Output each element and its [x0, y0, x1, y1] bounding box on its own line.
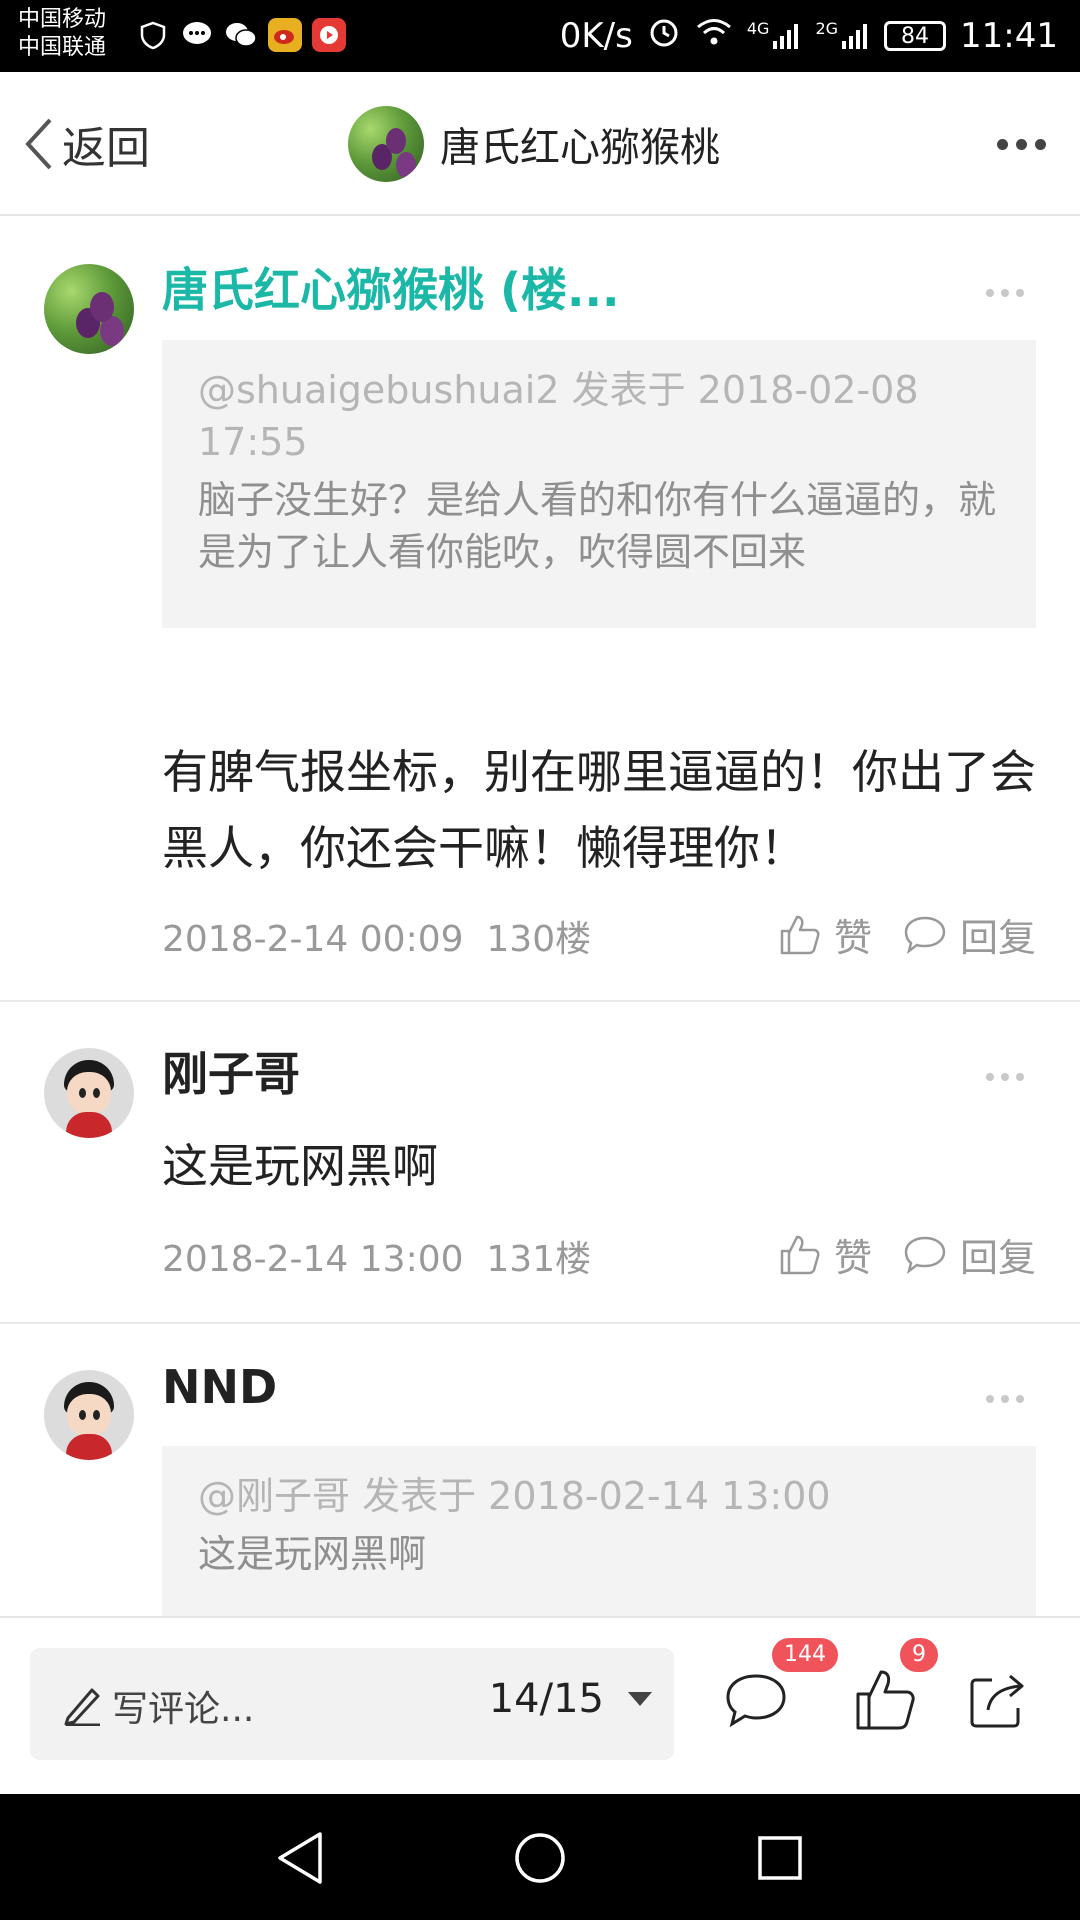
post-131: 刚子哥 这是玩网黑啊 2018-2-14 13:00 131楼 赞 回复: [0, 1002, 1080, 1324]
post-body: 有脾气报坐标，别在哪里逼逼的！你出了会黑人，你还会干嘛！懒得理你！: [162, 745, 1036, 875]
signal-4g-icon: 4G: [747, 21, 802, 51]
author-name[interactable]: 唐氏红心猕猴桃 (楼...: [162, 254, 619, 320]
nav-home-icon[interactable]: [508, 1826, 572, 1890]
author-avatar[interactable]: [44, 1048, 134, 1138]
chevron-left-icon: [25, 118, 52, 170]
post-meta: 2018-2-14 00:09 130楼: [162, 910, 591, 962]
carrier-1: 中国移动: [18, 7, 107, 32]
top-nav-bar: 返回 唐氏红心猕猴桃: [0, 72, 1080, 216]
wechat-icon: [224, 18, 258, 52]
quote-meta: @刚子哥 发表于 2018-02-14 13:00: [198, 1474, 831, 1518]
post-more-icon[interactable]: [986, 288, 1024, 298]
quote-text: 脑子没生好？是给人看的和你有什么逼逼的，就是为了让人看你能吹，吹得圆不回来: [198, 478, 997, 574]
battery-level: 84: [901, 23, 930, 49]
post-date: 2018-2-14 00:09: [162, 919, 464, 960]
comment-input[interactable]: 写评论... 14/15: [30, 1648, 674, 1760]
comment-bubble-icon: [904, 1236, 946, 1275]
comment-bubble-icon: [726, 1674, 786, 1728]
reply-label: 回复: [959, 1235, 1036, 1280]
page-indicator[interactable]: 14/15: [489, 1676, 604, 1722]
shield-icon: [136, 18, 170, 52]
thread-owner[interactable]: 唐氏红心猕猴桃: [348, 106, 720, 182]
alarm-icon: [647, 15, 681, 58]
thumbs-up-icon: [780, 915, 820, 955]
post-date: 2018-2-14 13:00: [162, 1239, 464, 1280]
like-button[interactable]: 赞: [776, 1227, 872, 1282]
back-button[interactable]: 返回: [18, 108, 150, 180]
author-avatar[interactable]: [44, 264, 134, 354]
author-avatar[interactable]: [44, 1370, 134, 1460]
like-thread-button[interactable]: 9: [848, 1638, 938, 1736]
author-name[interactable]: NND: [162, 1360, 277, 1414]
net-speed: 0K/s: [559, 16, 633, 56]
notification-icons: [136, 18, 346, 52]
comment-placeholder: 写评论...: [112, 1689, 255, 1730]
chevron-down-icon[interactable]: [628, 1692, 652, 1706]
signal-2g-icon: 2G: [815, 21, 870, 51]
video-app-icon: [312, 18, 346, 52]
post-more-icon[interactable]: [986, 1394, 1024, 1404]
back-label: 返回: [62, 123, 150, 174]
post-body: 这是玩网黑啊: [162, 1139, 438, 1193]
nav-recents-icon[interactable]: [748, 1826, 812, 1890]
message-icon: [180, 18, 214, 52]
reply-button[interactable]: 回复: [902, 907, 1036, 962]
like-label: 赞: [833, 1235, 872, 1280]
quoted-reply[interactable]: @刚子哥 发表于 2018-02-14 13:00 这是玩网黑啊: [162, 1446, 1036, 1616]
nav-back-icon[interactable]: [268, 1826, 332, 1890]
page-title: 唐氏红心猕猴桃: [440, 125, 720, 171]
thumbs-up-icon: [780, 1235, 820, 1275]
quote-text: 这是玩网黑啊: [198, 1532, 427, 1576]
like-button[interactable]: 赞: [776, 907, 872, 962]
post-floor: 131楼: [486, 1239, 592, 1280]
post-more-icon[interactable]: [986, 1072, 1024, 1082]
bottom-action-bar: 写评论... 14/15 144 9: [0, 1616, 1080, 1794]
system-nav-bar: [0, 1794, 1080, 1920]
weibo-icon: [268, 18, 302, 52]
author-name[interactable]: 刚子哥: [162, 1038, 300, 1104]
post-132: NND @刚子哥 发表于 2018-02-14 13:00 这是玩网黑啊: [0, 1324, 1080, 1616]
carrier-2: 中国联通: [18, 35, 107, 60]
post-actions: 赞 回复: [776, 1224, 1036, 1284]
wifi-icon: [695, 16, 733, 57]
clock: 11:41: [960, 16, 1058, 56]
comment-count-badge: 144: [772, 1638, 838, 1672]
quoted-reply[interactable]: @shuaigebushuai2 发表于 2018-02-08 17:55 脑子…: [162, 340, 1036, 628]
like-count-badge: 9: [900, 1638, 938, 1672]
more-options-icon[interactable]: [997, 128, 1046, 160]
thumbs-up-icon: [856, 1670, 915, 1730]
owner-avatar[interactable]: [348, 106, 424, 182]
quote-meta: @shuaigebushuai2 发表于 2018-02-08 17:55: [198, 368, 919, 464]
status-right: 0K/s 4G 2G 84 11:41: [560, 12, 1058, 60]
status-bar: 中国移动 中国联通 0K/s 4G 2G 84 11:41: [0, 0, 1080, 72]
pencil-icon: [64, 1688, 100, 1726]
like-label: 赞: [833, 915, 872, 960]
share-button[interactable]: [962, 1664, 1034, 1736]
comments-button[interactable]: 144: [720, 1638, 838, 1736]
post-130: 唐氏红心猕猴桃 (楼... @shuaigebushuai2 发表于 2018-…: [0, 218, 1080, 1002]
reply-button[interactable]: 回复: [902, 1227, 1036, 1282]
comment-bubble-icon: [904, 916, 946, 955]
reply-label: 回复: [959, 915, 1036, 960]
post-actions: 赞 回复: [776, 904, 1036, 964]
share-icon: [970, 1674, 1024, 1728]
battery-icon: 84: [884, 21, 947, 51]
post-meta: 2018-2-14 13:00 131楼: [162, 1230, 591, 1282]
carrier-info: 中国移动 中国联通: [18, 6, 106, 62]
post-floor: 130楼: [486, 919, 592, 960]
